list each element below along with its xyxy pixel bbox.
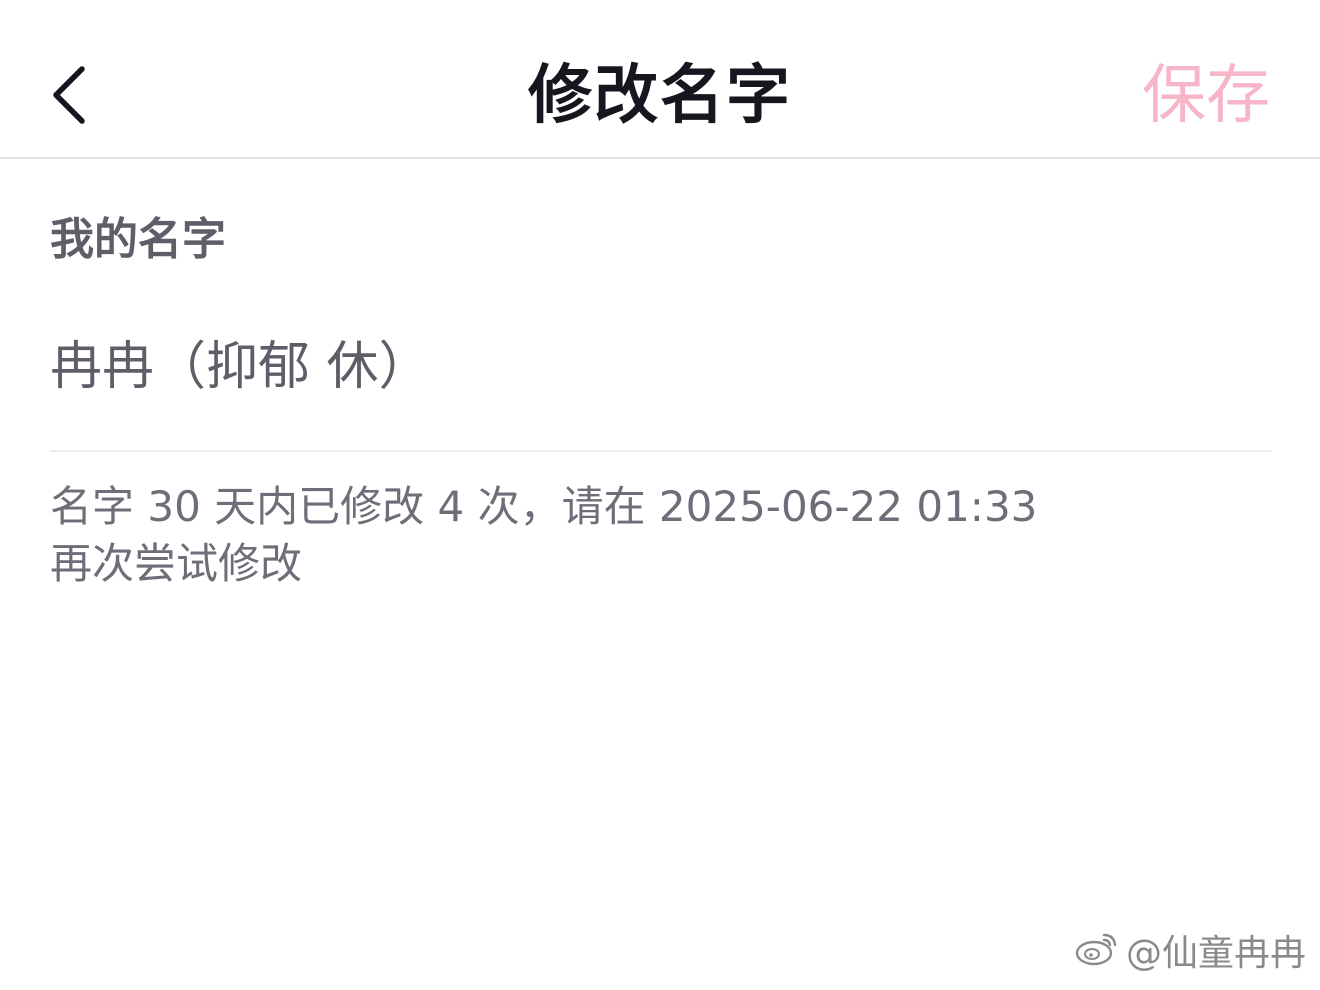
input-divider [50, 450, 1272, 452]
hint-line-2: 再次尝试修改 [50, 539, 303, 588]
watermark-text: @仙童冉冉 [1125, 932, 1306, 974]
save-button[interactable]: 保存 [1142, 58, 1270, 134]
weibo-watermark: @仙童冉冉 [1074, 929, 1306, 978]
my-name-label: 我的名字 [50, 214, 226, 265]
hint-line-1: 名字 30 天内已修改 4 次，请在 2025-06-22 01:33 [50, 482, 1038, 531]
navigation-bar: 修改名字 保存 [0, 0, 1320, 159]
name-input[interactable]: 冉冉（抑郁 休） [50, 332, 1270, 402]
weibo-logo-icon [1074, 929, 1120, 978]
rename-limit-hint: 名字 30 天内已修改 4 次，请在 2025-06-22 01:33 再次尝试… [50, 478, 1150, 592]
edit-name-screen: 修改名字 保存 我的名字 冉冉（抑郁 休） 名字 30 天内已修改 4 次，请在… [0, 0, 1320, 990]
page-title: 修改名字 [528, 59, 792, 133]
